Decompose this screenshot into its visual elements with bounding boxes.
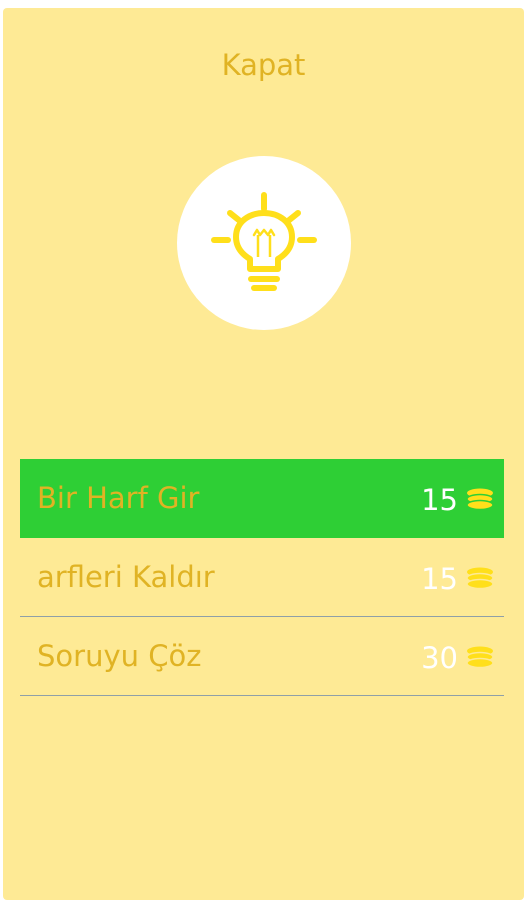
menu-item-label: Bir Harf Gir <box>37 481 200 515</box>
menu-item-price: 30 <box>421 641 458 675</box>
hint-options-list: Bir Harf Gir 15 arfleri Kaldır 15 Soruyu… <box>20 459 504 696</box>
menu-item-reveal-letter[interactable]: Bir Harf Gir 15 <box>20 459 504 538</box>
lightbulb-icon <box>211 192 317 291</box>
menu-item-price: 15 <box>421 483 458 517</box>
close-button[interactable]: Kapat <box>3 48 524 82</box>
coin-stack-icon <box>466 646 494 669</box>
menu-item-solve-question[interactable]: Soruyu Çöz 30 <box>20 617 504 696</box>
menu-item-price: 15 <box>421 562 458 596</box>
coin-stack-icon <box>466 567 494 590</box>
hint-badge <box>177 156 351 330</box>
hint-dialog: Kapat Bir Harf Gir 15 arfleri Kaldır 15 … <box>3 8 524 900</box>
menu-item-remove-letters[interactable]: arfleri Kaldır 15 <box>20 538 504 617</box>
menu-item-label: arfleri Kaldır <box>37 560 215 594</box>
menu-item-label: Soruyu Çöz <box>37 639 202 673</box>
coin-stack-icon <box>466 488 494 511</box>
